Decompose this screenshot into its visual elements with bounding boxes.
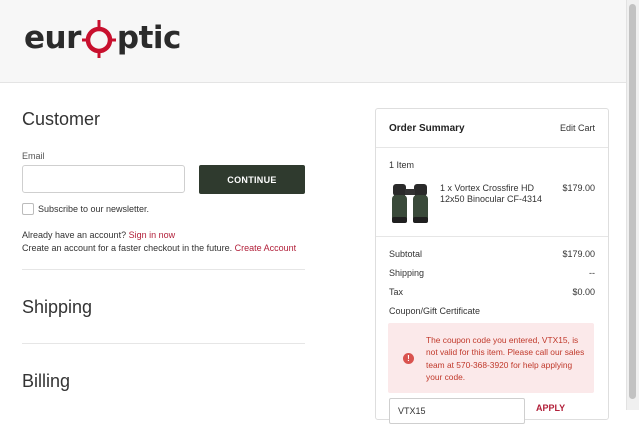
email-label: Email — [22, 151, 45, 161]
subtotal-label: Subtotal — [389, 249, 423, 259]
subtotal-value: $179.00 — [562, 249, 595, 259]
order-summary-title: Order Summary — [389, 123, 465, 134]
sign-in-link[interactable]: Sign in now — [129, 230, 176, 240]
create-account-text: Create an account for a faster checkout … — [22, 243, 233, 253]
create-account-line: Create an account for a faster checkout … — [22, 243, 296, 253]
coupon-code-input[interactable] — [389, 398, 525, 424]
have-account-text: Already have an account? — [22, 230, 127, 240]
shipping-label: Shipping — [389, 268, 425, 278]
europtic-logo[interactable]: eur ptic — [24, 12, 181, 64]
coupon-error-message: The coupon code you entered, VTX15, is n… — [426, 335, 585, 382]
item-price: $179.00 — [562, 183, 595, 193]
site-header: eur ptic — [0, 0, 639, 83]
item-name-line2: 12x50 Binocular CF-4314 — [440, 194, 543, 204]
apply-coupon-button[interactable]: APPLY — [536, 403, 565, 413]
page-scrollbar[interactable] — [626, 0, 639, 410]
tax-value: $0.00 — [572, 287, 595, 297]
item-name-line1: 1 x Vortex Crossfire HD — [440, 183, 535, 193]
edit-cart-link[interactable]: Edit Cart — [560, 123, 595, 133]
create-account-link[interactable]: Create Account — [235, 243, 297, 253]
email-field[interactable] — [22, 165, 185, 193]
binocular-product-image — [392, 184, 428, 223]
have-account-line: Already have an account? Sign in now — [22, 230, 175, 240]
coupon-gift-certificate-link[interactable]: Coupon/Gift Certificate — [389, 306, 480, 316]
order-summary-panel: Order Summary Edit Cart 1 Item 1 x Vorte… — [375, 108, 609, 424]
billing-section-title[interactable]: Billing — [22, 371, 70, 392]
summary-divider — [376, 236, 608, 237]
item-count: 1 Item — [389, 160, 415, 170]
shipping-section-title[interactable]: Shipping — [22, 297, 92, 318]
newsletter-checkbox[interactable] — [22, 203, 34, 215]
coupon-error-alert: ! The coupon code you entered, VTX15, is… — [388, 323, 594, 393]
crosshair-logo-icon — [81, 20, 116, 58]
summary-divider — [376, 147, 608, 148]
section-divider — [22, 269, 305, 270]
scrollbar-thumb[interactable] — [629, 4, 636, 399]
continue-button[interactable]: CONTINUE — [199, 165, 305, 194]
shipping-value: -- — [589, 268, 595, 278]
customer-section-title: Customer — [22, 109, 101, 129]
error-icon: ! — [403, 353, 414, 364]
logo-text-right: ptic — [116, 20, 182, 56]
section-divider — [22, 343, 305, 344]
tax-label: Tax — [389, 287, 404, 297]
logo-text-left: eur — [24, 20, 81, 56]
newsletter-label: Subscribe to our newsletter. — [38, 204, 150, 214]
